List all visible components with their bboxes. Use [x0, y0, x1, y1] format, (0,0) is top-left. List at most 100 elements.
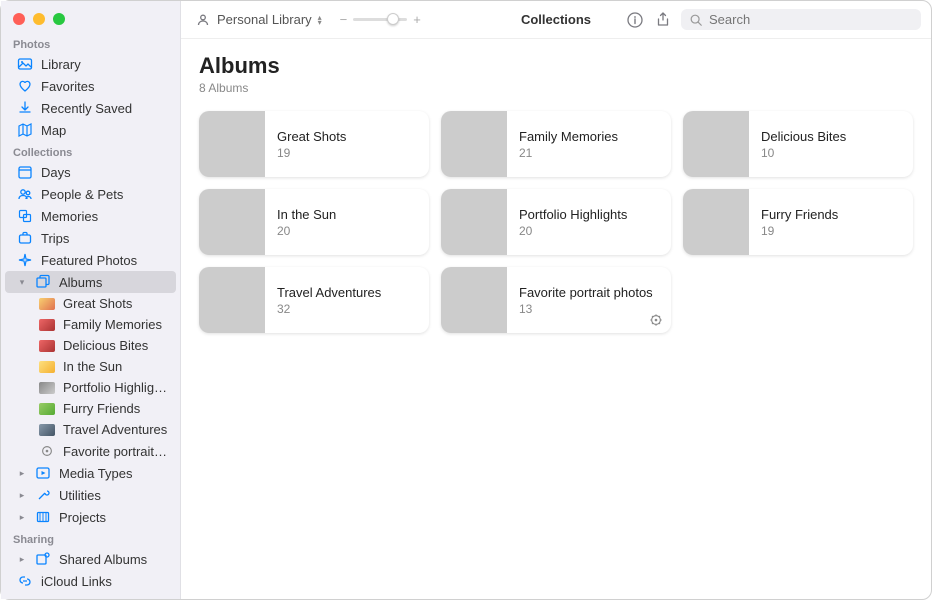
album-card[interactable]: Family Memories21 [441, 111, 671, 177]
sidebar-item-library[interactable]: Library [5, 53, 176, 75]
sidebar-item-label: Albums [59, 275, 168, 290]
info-button[interactable] [625, 10, 645, 30]
album-count: 19 [761, 224, 838, 238]
sidebar-item-memories[interactable]: Memories [5, 205, 176, 227]
album-count: 20 [519, 224, 627, 238]
sidebar-item-shared-albums[interactable]: ▸ Shared Albums [5, 548, 176, 570]
album-card[interactable]: Portfolio Highlights20 [441, 189, 671, 255]
sidebar-album-in-the-sun[interactable]: In the Sun [5, 356, 176, 377]
sidebar-section-photos: Photos [1, 33, 180, 53]
slider-track[interactable] [353, 18, 407, 21]
sidebar-item-label: In the Sun [63, 359, 168, 374]
album-thumbnail-icon [39, 319, 55, 331]
album-count: 13 [519, 302, 653, 316]
album-name: Great Shots [277, 129, 346, 144]
album-card[interactable]: In the Sun20 [199, 189, 429, 255]
album-thumbnail-icon [39, 340, 55, 352]
zoom-slider[interactable]: − + [340, 12, 421, 27]
page-title: Albums [199, 53, 913, 79]
search-field[interactable] [681, 9, 921, 30]
sidebar: Photos Library Favorites Recently Saved … [1, 1, 181, 599]
sidebar-item-label: iCloud Links [41, 574, 168, 589]
sidebar-item-label: Utilities [59, 488, 168, 503]
heart-icon [17, 78, 33, 94]
album-thumbnail-icon [39, 298, 55, 310]
window-controls [1, 1, 180, 33]
album-card[interactable]: Travel Adventures32 [199, 267, 429, 333]
sidebar-item-label: Portfolio Highlights [63, 380, 168, 395]
sidebar-album-travel-adventures[interactable]: Travel Adventures [5, 419, 176, 440]
people-icon [17, 186, 33, 202]
disclosure-triangle-icon[interactable]: ▸ [17, 490, 27, 501]
sidebar-item-people-pets[interactable]: People & Pets [5, 183, 176, 205]
sidebar-item-icloud-links[interactable]: iCloud Links [5, 570, 176, 592]
sidebar-item-projects[interactable]: ▸ Projects [5, 506, 176, 528]
album-name: Furry Friends [761, 207, 838, 222]
search-icon [689, 13, 703, 27]
smart-album-gear-icon[interactable] [649, 313, 663, 327]
album-thumbnail [683, 189, 749, 255]
utilities-icon [35, 487, 51, 503]
album-name: Favorite portrait photos [519, 285, 653, 300]
album-card[interactable]: Furry Friends 19 [683, 189, 913, 255]
sidebar-item-albums[interactable]: ▾ Albums [5, 271, 176, 293]
sidebar-item-map[interactable]: Map [5, 119, 176, 141]
sidebar-item-utilities[interactable]: ▸ Utilities [5, 484, 176, 506]
sidebar-album-portfolio-highlights[interactable]: Portfolio Highlights [5, 377, 176, 398]
sidebar-item-trips[interactable]: Trips [5, 227, 176, 249]
sidebar-item-recently-saved[interactable]: Recently Saved [5, 97, 176, 119]
album-card[interactable]: Favorite portrait photos 13 [441, 267, 671, 333]
smart-album-gear-icon [39, 443, 55, 459]
album-card[interactable]: Delicious Bites10 [683, 111, 913, 177]
media-types-icon [35, 465, 51, 481]
album-thumbnail [199, 189, 265, 255]
sidebar-item-label: Featured Photos [41, 253, 168, 268]
main-area: Personal Library ▴▾ − + Collections Albu… [181, 1, 931, 599]
album-thumbnail-icon [39, 424, 55, 436]
close-window-button[interactable] [13, 13, 25, 25]
link-icon [17, 573, 33, 589]
album-thumbnail-icon [39, 382, 55, 394]
sidebar-item-featured-photos[interactable]: Featured Photos [5, 249, 176, 271]
album-count: 21 [519, 146, 618, 160]
sidebar-item-media-types[interactable]: ▸ Media Types [5, 462, 176, 484]
library-picker-label: Personal Library [217, 12, 312, 27]
album-count: 19 [277, 146, 346, 160]
album-thumbnail [683, 111, 749, 177]
sidebar-item-days[interactable]: Days [5, 161, 176, 183]
calendar-icon [17, 164, 33, 180]
share-button[interactable] [653, 10, 673, 30]
disclosure-triangle-icon[interactable]: ▸ [17, 554, 27, 565]
sidebar-item-label: Family Memories [63, 317, 168, 332]
sidebar-album-delicious-bites[interactable]: Delicious Bites [5, 335, 176, 356]
content-area: Albums 8 Albums Great Shots19 Family Mem… [181, 39, 931, 347]
album-thumbnail [199, 111, 265, 177]
album-name: Travel Adventures [277, 285, 381, 300]
shared-albums-icon [35, 551, 51, 567]
sidebar-item-label: Map [41, 123, 168, 138]
sidebar-album-furry-friends[interactable]: Furry Friends [5, 398, 176, 419]
sidebar-item-label: Shared Albums [59, 552, 168, 567]
sidebar-item-favorites[interactable]: Favorites [5, 75, 176, 97]
library-icon [17, 56, 33, 72]
minimize-window-button[interactable] [33, 13, 45, 25]
sidebar-item-label: Memories [41, 209, 168, 224]
sparkle-icon [17, 252, 33, 268]
disclosure-triangle-icon[interactable]: ▸ [17, 468, 27, 479]
fullscreen-window-button[interactable] [53, 13, 65, 25]
album-thumbnail [441, 189, 507, 255]
disclosure-triangle-icon[interactable]: ▸ [17, 512, 27, 523]
sidebar-album-family-memories[interactable]: Family Memories [5, 314, 176, 335]
sidebar-item-label: Trips [41, 231, 168, 246]
library-picker[interactable]: Personal Library ▴▾ [191, 10, 326, 30]
sidebar-album-great-shots[interactable]: Great Shots [5, 293, 176, 314]
sidebar-album-favorite-portrait[interactable]: Favorite portrait photos [5, 440, 176, 462]
album-card[interactable]: Great Shots 19 [199, 111, 429, 177]
disclosure-triangle-icon[interactable]: ▾ [17, 277, 27, 288]
slider-knob[interactable] [387, 13, 399, 25]
search-input[interactable] [709, 12, 913, 27]
chevron-up-down-icon: ▴▾ [318, 15, 322, 25]
album-grid: Great Shots 19 Family Memories21 Deliciou… [199, 111, 913, 333]
sidebar-item-label: Delicious Bites [63, 338, 168, 353]
projects-icon [35, 509, 51, 525]
